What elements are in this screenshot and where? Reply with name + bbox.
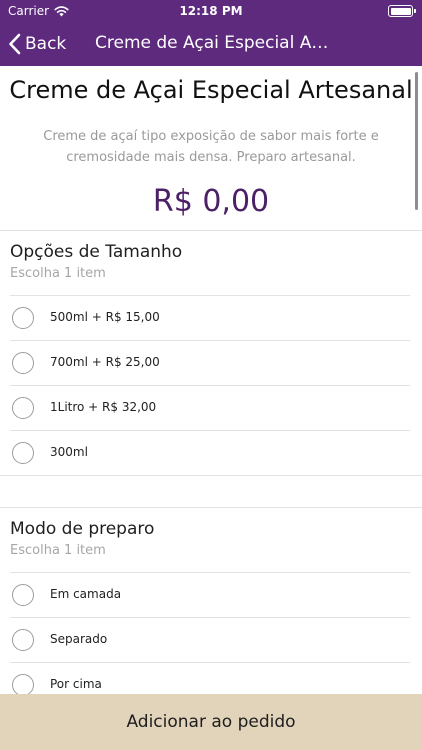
option-preparo-separado[interactable]: Separado [0,618,422,662]
product-title: Creme de Açai Especial Artesanal [9,76,413,104]
status-time: 12:18 PM [179,4,243,18]
option-label: 700ml + R$ 25,00 [50,355,160,369]
navigation-bar: Back Creme de Açai Especial Art... [0,22,422,66]
section-divider [0,507,422,508]
group-title-size: Opções de Tamanho [10,242,183,262]
group-title-preparo: Modo de preparo [10,519,155,539]
option-size-500ml[interactable]: 500ml + R$ 15,00 [0,296,422,340]
option-label: 1Litro + R$ 32,00 [50,400,157,414]
option-preparo-em-camada[interactable]: Em camada [0,573,422,617]
radio-icon[interactable] [12,352,34,374]
option-size-1litro[interactable]: 1Litro + R$ 32,00 [0,386,422,430]
group-subtitle-preparo: Escolha 1 item [10,543,106,558]
radio-icon[interactable] [12,629,34,651]
product-price: R$ 0,00 [152,184,270,219]
status-bar: Carrier 12:18 PM [0,0,422,22]
top-bar: Carrier 12:18 PM Back Creme de Açai Espe… [0,0,422,66]
radio-icon[interactable] [12,307,34,329]
option-label: Em camada [50,587,122,601]
back-label: Back [25,34,67,54]
product-description: Creme de açaí tipo exposição de sabor ma… [43,129,379,165]
radio-icon[interactable] [12,442,34,464]
add-to-order-button[interactable]: Adicionar ao pedido [0,694,422,750]
nav-title: Creme de Açai Especial Art... [95,33,335,53]
option-size-700ml[interactable]: 700ml + R$ 25,00 [0,341,422,385]
option-label: 300ml [50,445,88,459]
option-label: Separado [50,632,108,646]
scroll-indicator[interactable] [415,72,418,210]
radio-icon[interactable] [12,584,34,606]
option-label: 500ml + R$ 15,00 [50,310,160,324]
option-size-300ml[interactable]: 300ml [0,431,422,475]
option-label: Por cima [50,677,102,691]
radio-icon[interactable] [12,397,34,419]
radio-icon[interactable] [12,674,34,696]
section-divider [0,475,422,476]
chevron-left-icon [9,33,21,55]
back-button[interactable]: Back [8,30,66,58]
battery-icon [388,5,416,17]
section-divider [0,230,422,231]
group-subtitle-size: Escolha 1 item [10,266,106,281]
